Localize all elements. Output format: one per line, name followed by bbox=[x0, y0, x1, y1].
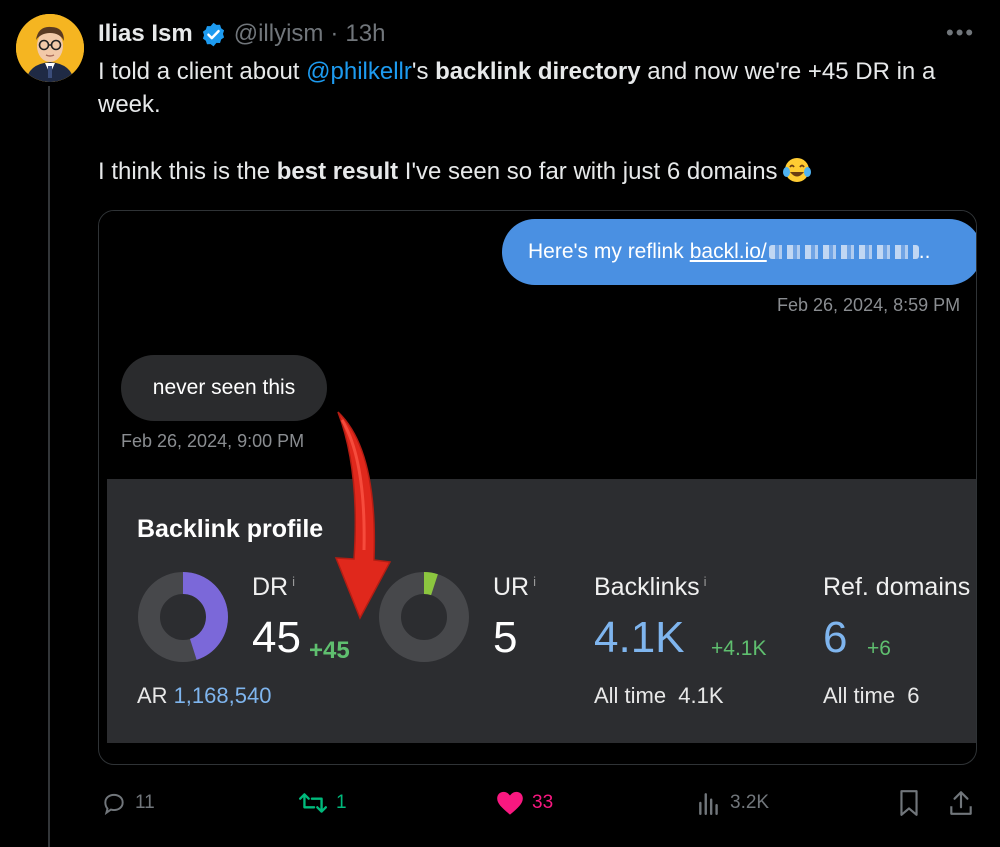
bookmark-button[interactable] bbox=[896, 784, 922, 822]
outgoing-message-bubble: Here's my reflink backl.io/ .. bbox=[502, 219, 976, 285]
avatar-portrait bbox=[16, 14, 84, 82]
reply-icon bbox=[104, 793, 124, 816]
views-button[interactable]: 3.2K bbox=[696, 784, 769, 822]
share-button[interactable] bbox=[948, 784, 974, 822]
tweet-text-segment: I told a client about bbox=[98, 58, 307, 85]
outgoing-message-text: Here's my reflink bbox=[528, 240, 684, 263]
info-icon[interactable]: i bbox=[704, 574, 707, 589]
all-time-value: 4.1K bbox=[678, 683, 724, 708]
all-time-label: All time bbox=[594, 683, 667, 708]
ar-row: AR 1,168,540 bbox=[137, 683, 271, 709]
dr-label: DR i bbox=[252, 573, 295, 602]
ref-domains-all-time: All time 6 bbox=[823, 683, 920, 709]
like-count: 33 bbox=[532, 792, 554, 813]
backlinks-value[interactable]: 4.1K bbox=[594, 613, 685, 663]
backlinks-label: Backlinks i bbox=[594, 573, 706, 602]
info-icon[interactable]: i bbox=[533, 574, 536, 589]
outgoing-message-time: Feb 26, 2024, 8:59 PM bbox=[777, 295, 961, 315]
repost-count: 1 bbox=[336, 792, 347, 813]
avatar[interactable] bbox=[16, 14, 84, 82]
views-icon bbox=[699, 793, 718, 816]
all-time-label: All time bbox=[823, 683, 896, 708]
header-separator: · bbox=[330, 20, 339, 47]
tweet-paragraph-2: I think this is the best result I've see… bbox=[98, 155, 978, 193]
info-icon[interactable]: i bbox=[292, 574, 295, 589]
share-icon bbox=[950, 791, 972, 815]
tears-of-joy-emoji bbox=[782, 156, 812, 193]
ur-label: UR i bbox=[493, 573, 536, 602]
thread-line bbox=[48, 86, 50, 847]
tweet-text-segment: 's bbox=[411, 58, 436, 85]
ref-domains-label: Ref. domains bbox=[823, 573, 970, 602]
dr-label-text: DR bbox=[252, 573, 289, 601]
incoming-message-text: never seen this bbox=[152, 376, 296, 399]
like-icon bbox=[497, 791, 523, 815]
attached-image[interactable]: Here's my reflink backl.io/ .. Feb 26, 2… bbox=[98, 210, 977, 765]
ref-domains-label-text: Ref. domains bbox=[823, 573, 971, 601]
reply-button[interactable]: 11 bbox=[101, 784, 155, 822]
tweet-bold-text: best result bbox=[276, 158, 399, 185]
outgoing-message-tail: .. bbox=[918, 240, 931, 263]
ref-domains-delta: +6 bbox=[867, 637, 891, 660]
ar-value[interactable]: 1,168,540 bbox=[174, 683, 272, 708]
tweet-actions-bar: 11 1 33 3.2K bbox=[98, 784, 978, 822]
verified-badge-icon bbox=[200, 21, 227, 48]
tweet-header: Ilias Ism @illyism · 13h bbox=[98, 18, 385, 50]
tweet-paragraph-1: I told a client about @philkellr's backl… bbox=[98, 55, 978, 121]
backlink-profile-title: Backlink profile bbox=[137, 515, 324, 543]
backlinks-delta: +4.1K bbox=[711, 637, 767, 660]
tweet-text-segment: I think this is the bbox=[98, 158, 277, 185]
ur-value: 5 bbox=[493, 613, 518, 662]
incoming-message-time: Feb 26, 2024, 9:00 PM bbox=[121, 431, 305, 451]
like-button[interactable]: 33 bbox=[496, 784, 553, 822]
author-name[interactable]: Ilias Ism bbox=[98, 20, 193, 48]
incoming-message-bubble: never seen this bbox=[121, 355, 327, 421]
backlink-profile-panel: Backlink profile DR i 45 +45 AR 1,168,540 … bbox=[107, 479, 976, 743]
ur-label-text: UR bbox=[493, 573, 530, 601]
more-icon[interactable]: ••• bbox=[946, 20, 975, 46]
backlinks-label-text: Backlinks bbox=[594, 573, 700, 601]
dr-value: 45 bbox=[252, 613, 301, 662]
tweet-time[interactable]: 13h bbox=[345, 20, 385, 48]
ur-donut-chart bbox=[379, 572, 469, 662]
repost-icon bbox=[298, 793, 328, 813]
tweet-text: I told a client about @philkellr's backl… bbox=[98, 55, 978, 193]
tweet-text-segment: I've seen so far with just 6 domains bbox=[398, 158, 778, 185]
author-handle[interactable]: @illyism bbox=[234, 20, 324, 48]
reply-count: 11 bbox=[135, 792, 155, 813]
blurred-link-text bbox=[768, 245, 919, 259]
all-time-value: 6 bbox=[907, 683, 920, 708]
bookmark-icon bbox=[900, 790, 918, 816]
dr-donut-chart bbox=[138, 572, 228, 662]
reflink-text: backl.io/ bbox=[689, 240, 767, 263]
dr-delta: +45 bbox=[309, 637, 350, 664]
mention-link[interactable]: @philkellr bbox=[306, 58, 412, 85]
tweet-bold-text: backlink directory bbox=[435, 58, 641, 85]
repost-button[interactable]: 1 bbox=[298, 784, 347, 822]
backlinks-all-time: All time 4.1K bbox=[594, 683, 724, 709]
views-count: 3.2K bbox=[730, 792, 770, 813]
chat-screenshot: Here's my reflink backl.io/ .. Feb 26, 2… bbox=[99, 211, 976, 473]
ar-label: AR bbox=[137, 683, 168, 708]
ref-domains-value[interactable]: 6 bbox=[823, 613, 847, 663]
